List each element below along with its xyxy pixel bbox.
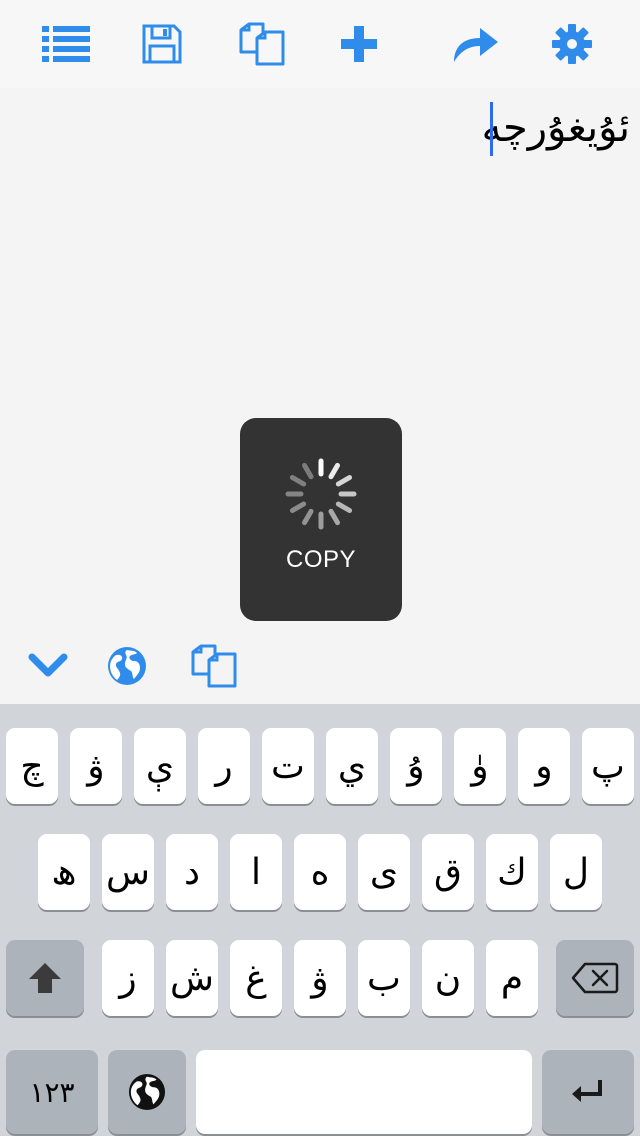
language-button[interactable]: [99, 638, 155, 694]
gear-icon: [552, 24, 592, 64]
key-she[interactable]: ش: [166, 940, 218, 1016]
key-me[interactable]: م: [486, 940, 538, 1016]
return-icon: [572, 1080, 602, 1102]
key-ze[interactable]: ز: [102, 940, 154, 1016]
text-caret: [490, 102, 493, 156]
list-icon: [42, 26, 90, 62]
list-button[interactable]: [36, 14, 96, 74]
space-key[interactable]: [196, 1050, 532, 1134]
globe-icon: [128, 1073, 166, 1111]
key-de[interactable]: د: [166, 834, 218, 910]
key-pe[interactable]: پ: [582, 728, 634, 804]
key-e[interactable]: ې: [134, 728, 186, 804]
chevron-down-icon: [28, 653, 68, 677]
key-qe[interactable]: ق: [422, 834, 474, 910]
globe-icon: [108, 647, 146, 685]
numbers-key[interactable]: ١٢٣: [6, 1050, 98, 1134]
key-ghe[interactable]: غ: [230, 940, 282, 1016]
backspace-icon: [571, 962, 619, 994]
key-be[interactable]: ب: [358, 940, 410, 1016]
key-ae[interactable]: ە: [294, 834, 346, 910]
key-se[interactable]: س: [102, 834, 154, 910]
toolbar: [0, 0, 640, 88]
copy-button[interactable]: [232, 14, 292, 74]
key-ne[interactable]: ن: [422, 940, 474, 1016]
backspace-key[interactable]: [556, 940, 634, 1016]
save-icon: [142, 24, 182, 64]
key-ue[interactable]: ۈ: [454, 728, 506, 804]
shift-key[interactable]: [6, 940, 84, 1016]
key-o[interactable]: و: [518, 728, 570, 804]
copy-all-button[interactable]: [186, 638, 242, 694]
spinner-icon: [285, 458, 357, 530]
globe-key[interactable]: [108, 1050, 186, 1134]
plus-icon: [341, 26, 377, 62]
copy-icon: [239, 22, 285, 66]
key-te[interactable]: ت: [262, 728, 314, 804]
shift-icon: [29, 963, 61, 993]
numbers-key-label: ١٢٣: [29, 1075, 75, 1109]
key-i[interactable]: ى: [358, 834, 410, 910]
key-le[interactable]: ل: [550, 834, 602, 910]
progress-hud: COPY: [240, 418, 402, 621]
key-he[interactable]: ھ: [38, 834, 90, 910]
key-ve[interactable]: ۋ: [70, 728, 122, 804]
share-icon: [454, 28, 498, 62]
hud-label: COPY: [285, 546, 356, 573]
dismiss-keyboard-button[interactable]: [20, 638, 76, 694]
key-ye[interactable]: ي: [326, 728, 378, 804]
key-re[interactable]: ر: [198, 728, 250, 804]
save-button[interactable]: [132, 14, 192, 74]
copy-icon: [191, 644, 237, 688]
key-a[interactable]: ا: [230, 834, 282, 910]
settings-button[interactable]: [542, 14, 602, 74]
editor-text: ئۇيغۇرچە: [481, 105, 630, 151]
keyboard: چ ۋ ې ر ت ي ۇ ۈ و پ ھ س د ا ە ى ق ك ل ز …: [0, 704, 640, 1136]
add-button[interactable]: [329, 14, 389, 74]
share-button[interactable]: [446, 14, 506, 74]
key-we[interactable]: ۋ: [294, 940, 346, 1016]
key-u[interactable]: ۇ: [390, 728, 442, 804]
key-ke[interactable]: ك: [486, 834, 538, 910]
accessory-bar: [0, 628, 640, 704]
key-che[interactable]: چ: [6, 728, 58, 804]
return-key[interactable]: [542, 1050, 634, 1134]
